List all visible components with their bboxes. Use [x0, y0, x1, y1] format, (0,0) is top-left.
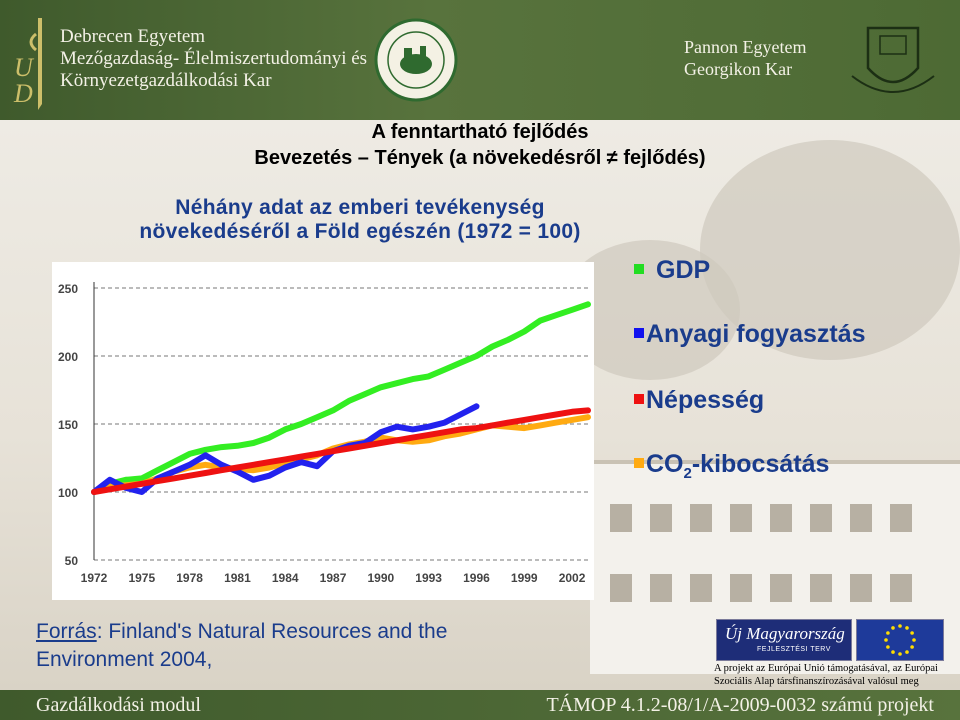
legend-label-co2-rest: -kibocsátás [691, 450, 830, 478]
eu-star [905, 626, 909, 630]
building-window [810, 504, 832, 532]
eu-star [891, 626, 895, 630]
eu-star [905, 650, 909, 654]
building-window [610, 504, 632, 532]
building-window [690, 504, 712, 532]
building-window [890, 504, 912, 532]
fejlesztesi-terv-text: FEJLESZTÉSI TERV [757, 646, 831, 653]
eu-flag-logo [856, 619, 944, 661]
y-tick-label-250: 250 [58, 282, 78, 296]
building-window [890, 574, 912, 602]
eu-star [910, 631, 914, 635]
pannon-university-seal [851, 26, 935, 93]
y-tick-label-50: 50 [65, 554, 79, 568]
svg-text:U: U [14, 53, 35, 82]
eu-funding-note: A projekt az Európai Unió támogatásával,… [714, 662, 954, 688]
uj-magyarorszag-logo: Új Magyarország FEJLESZTÉSI TERV [716, 619, 852, 661]
building-window [650, 574, 672, 602]
faculty-seal-logo [374, 18, 458, 102]
building-window [690, 574, 712, 602]
building-window [770, 574, 792, 602]
source-citation: Forrás: Finland's Natural Resources and … [36, 618, 596, 674]
header-left-text: Debrecen Egyetem Mezőgazdaság- Élelmisze… [60, 26, 367, 92]
header-right-line1: Pannon Egyetem [684, 37, 807, 57]
svg-text:D: D [13, 79, 33, 108]
footer-module-name: Gazdálkodási modul [36, 694, 201, 716]
x-tick-label-1975: 1975 [128, 571, 155, 585]
x-tick-label-1984: 1984 [272, 571, 299, 585]
legend-label-material: Anyagi fogyasztás [646, 320, 866, 348]
eu-stars-icon [884, 624, 916, 656]
x-tick-label-1987: 1987 [320, 571, 347, 585]
university-debrecen-logo: U D [13, 18, 42, 110]
legend-swatch-population [634, 394, 644, 404]
eu-star [886, 631, 890, 635]
header-left-line1: Debrecen Egyetem [60, 26, 206, 47]
y-tick-label-150: 150 [58, 418, 78, 432]
x-tick-label-1978: 1978 [176, 571, 203, 585]
slide-title: A fenntartható fejlődés [371, 121, 589, 143]
eu-star [891, 650, 895, 654]
uj-magyarorszag-text: Új Magyarország [725, 624, 845, 643]
x-tick-label-1990: 1990 [367, 571, 394, 585]
series-line-2 [91, 407, 591, 495]
eu-note-line2: Szociális Alap társfinanszírozásával val… [714, 676, 919, 687]
y-tick-label-100: 100 [58, 486, 78, 500]
eu-star [884, 638, 888, 642]
x-tick-label-1972: 1972 [81, 571, 108, 585]
legend-swatch-co2 [634, 458, 644, 468]
eu-star [898, 652, 902, 656]
source-text-line2: Environment 2004, [36, 648, 213, 671]
building-window [810, 574, 832, 602]
x-tick-label-1999: 1999 [511, 571, 538, 585]
x-tick-label-2002: 2002 [559, 571, 586, 585]
chart-heading-line2: növekedéséről a Föld egészén (1972 = 100… [139, 220, 581, 243]
eu-star [910, 645, 914, 649]
building-window [610, 574, 632, 602]
building-window [850, 574, 872, 602]
legend-swatch-gdp [634, 264, 644, 274]
header-left-line2: Mezőgazdaság- Élelmiszertudományi és [60, 48, 368, 69]
x-tick-label-1981: 1981 [224, 571, 251, 585]
eu-star [898, 624, 902, 628]
legend-label-co2-sub: 2 [683, 465, 692, 482]
eu-star [886, 645, 890, 649]
eu-note-line1: A projekt az Európai Unió támogatásával,… [714, 663, 938, 674]
series-line-0 [91, 301, 591, 495]
header-right-line2: Georgikon Kar [684, 59, 793, 79]
x-tick-label-1993: 1993 [415, 571, 442, 585]
legend-label-gdp: GDP [656, 256, 711, 284]
footer-bar: Gazdálkodási modul TÁMOP 4.1.2-08/1/A-20… [0, 690, 960, 720]
source-text: : Finland's Natural Resources and the [96, 620, 448, 643]
chart-heading: Néhány adat az emberi tevékenység növeke… [100, 196, 620, 244]
eu-star [912, 638, 916, 642]
source-link[interactable]: Forrás [36, 620, 97, 643]
legend-label-co2-main: CO [646, 450, 684, 478]
header-right-text: Pannon Egyetem Georgikon Kar [684, 36, 806, 80]
footer-project-id: TÁMOP 4.1.2-08/1/A-2009-0032 számú proje… [546, 694, 934, 716]
building-window [850, 504, 872, 532]
building-window [650, 504, 672, 532]
legend-label-co2: CO2-kibocsátás [646, 450, 829, 482]
legend-label-population: Népesség [646, 386, 765, 414]
growth-line-chart: 50 100 150 200 250 1972 1975 1978 1981 1984 1987 19… [52, 262, 594, 600]
legend-swatch-material [634, 328, 644, 338]
y-tick-label-200: 200 [58, 350, 78, 364]
building-window [770, 504, 792, 532]
chart-svg: 50 100 150 200 250 1972 1975 1978 1981 1984 1987 19… [58, 282, 591, 585]
x-tick-label-1996: 1996 [463, 571, 490, 585]
building-window [730, 504, 752, 532]
header-banner: U D Debrecen Egyetem Mezőgazdaság- Élelm… [0, 0, 960, 120]
building-window [730, 574, 752, 602]
chart-heading-line1: Néhány adat az emberi tevékenység [175, 196, 545, 219]
slide-subtitle: Bevezetés – Tények (a növekedésről ≠ fej… [254, 147, 706, 169]
header-left-line3: Környezetgazdálkodási Kar [60, 70, 272, 91]
